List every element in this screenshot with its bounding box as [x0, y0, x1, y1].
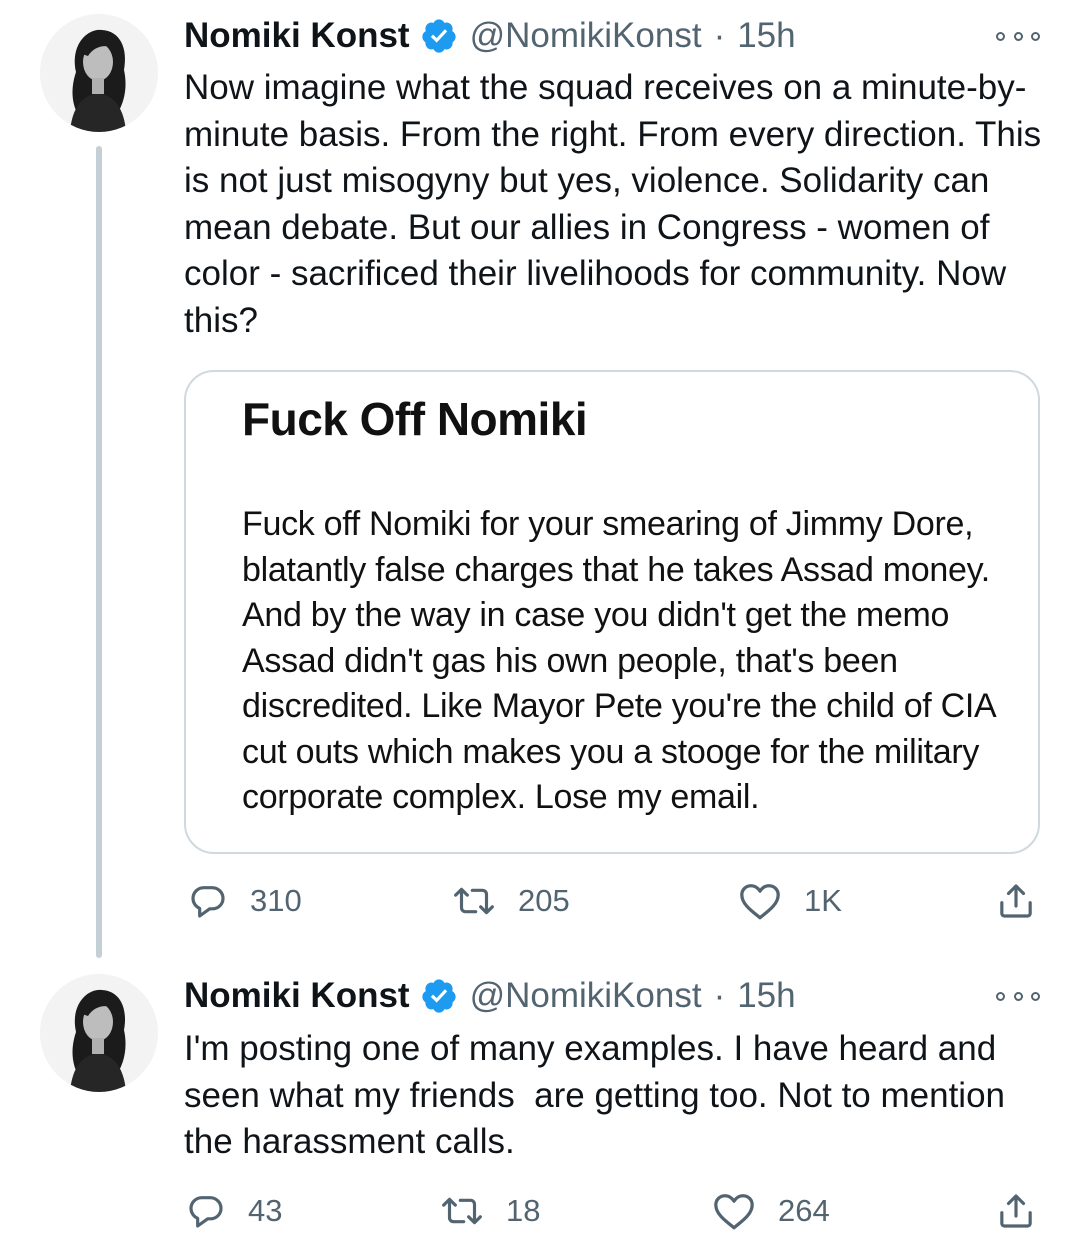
like-count: 1K	[804, 883, 842, 918]
tweet-header: Nomiki Konst @NomikiKonst · 15h	[184, 12, 796, 60]
avatar-photo-icon	[40, 974, 158, 1092]
author-name[interactable]: Nomiki Konst	[184, 16, 410, 56]
share-button[interactable]	[996, 1186, 1036, 1236]
avatar[interactable]	[40, 974, 158, 1092]
attached-image[interactable]: Fuck Off Nomiki Fuck off Nomiki for your…	[184, 370, 1040, 854]
action-bar: 43 18 264	[184, 1186, 1054, 1236]
more-options-icon[interactable]	[996, 26, 1040, 46]
separator-dot: ·	[713, 16, 726, 55]
share-icon	[1000, 1194, 1032, 1228]
avatar-photo-icon	[40, 14, 158, 132]
attached-image-body: Fuck off Nomiki for your smearing of Jim…	[242, 505, 995, 816]
retweet-button[interactable]: 18	[440, 1186, 540, 1236]
reply-count: 310	[250, 883, 302, 918]
retweet-count: 18	[506, 1193, 541, 1228]
share-icon	[1000, 884, 1032, 918]
author-name[interactable]: Nomiki Konst	[184, 976, 410, 1016]
separator-dot: ·	[713, 976, 726, 1015]
reply-icon	[191, 886, 225, 918]
more-options-icon[interactable]	[996, 986, 1040, 1006]
reply-count: 43	[248, 1193, 283, 1228]
timestamp[interactable]: 15h	[737, 976, 795, 1016]
verified-badge-icon	[421, 19, 456, 53]
tweet-2: Nomiki Konst @NomikiKonst · 15h I'm post…	[0, 962, 1080, 1234]
thread-line	[96, 146, 102, 958]
action-bar: 310 205 1K	[184, 876, 1054, 926]
retweet-icon	[442, 1197, 482, 1225]
tweet-header: Nomiki Konst @NomikiKonst · 15h	[184, 972, 796, 1020]
reply-button[interactable]: 310	[188, 876, 302, 926]
reply-button[interactable]: 43	[186, 1186, 282, 1236]
attached-image-title: Fuck Off Nomiki	[242, 393, 588, 445]
like-count: 264	[778, 1193, 830, 1228]
author-handle[interactable]: @NomikiKonst	[470, 976, 702, 1016]
like-button[interactable]: 264	[712, 1186, 830, 1236]
avatar[interactable]	[40, 14, 158, 132]
tweet-1: Nomiki Konst @NomikiKonst · 15h Now imag…	[0, 0, 1080, 960]
heart-icon	[714, 1194, 754, 1230]
retweet-icon	[454, 887, 494, 915]
author-handle[interactable]: @NomikiKonst	[470, 16, 702, 56]
heart-icon	[740, 884, 780, 920]
retweet-count: 205	[518, 883, 570, 918]
tweet-text: I'm posting one of many examples. I have…	[184, 1029, 1015, 1161]
tweet-text: Now imagine what the squad receives on a…	[184, 68, 1051, 340]
share-button[interactable]	[996, 876, 1036, 926]
retweet-button[interactable]: 205	[452, 876, 570, 926]
reply-icon	[189, 1196, 223, 1228]
timestamp[interactable]: 15h	[737, 16, 795, 56]
like-button[interactable]: 1K	[738, 876, 842, 926]
verified-badge-icon	[421, 979, 456, 1013]
